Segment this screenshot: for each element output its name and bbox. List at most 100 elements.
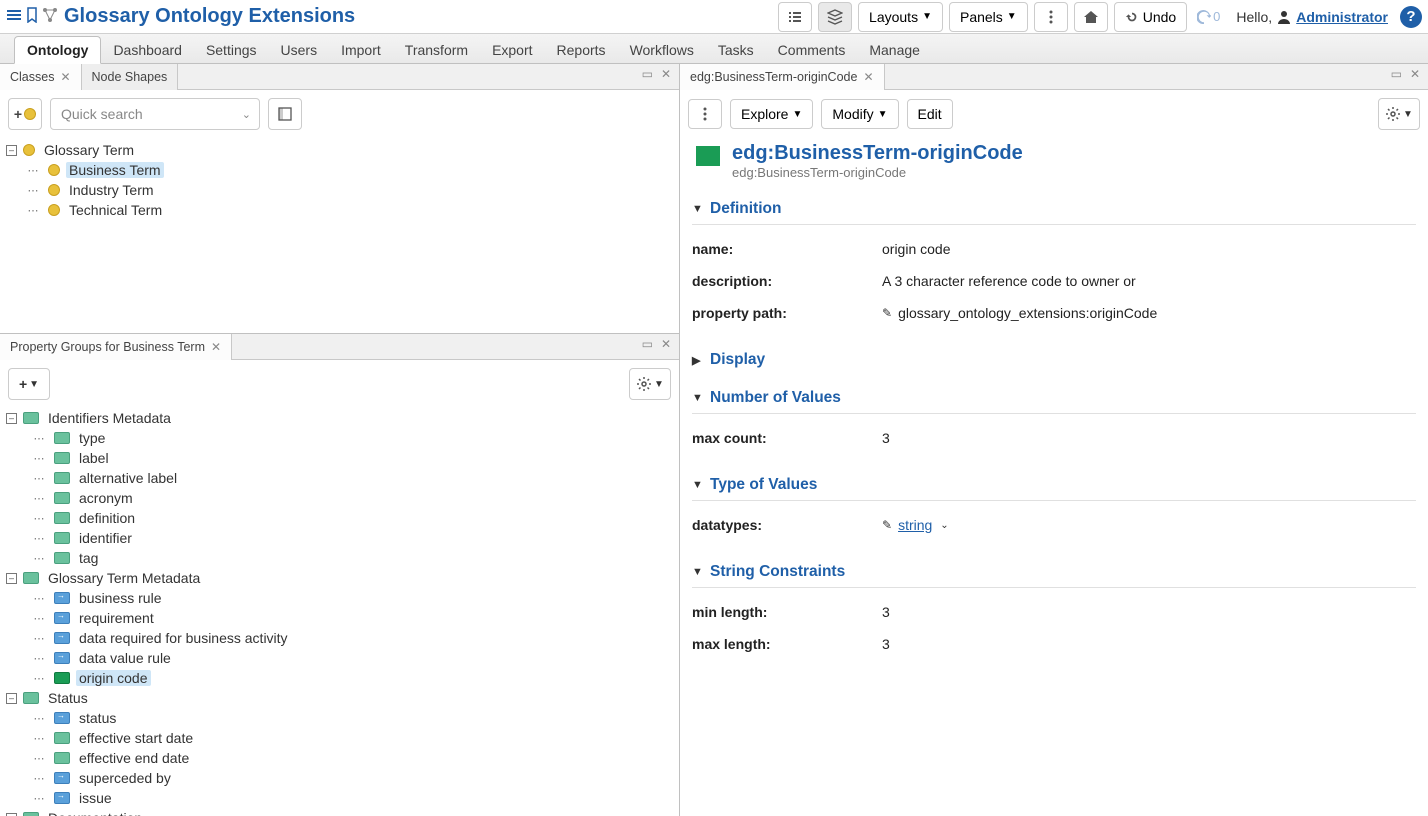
- close-panel-icon[interactable]: ✕: [659, 337, 673, 351]
- panels-button[interactable]: Panels▼: [949, 2, 1028, 32]
- property-item[interactable]: requirement: [76, 610, 157, 626]
- field-value: origin code: [882, 241, 1416, 257]
- main-tab-reports[interactable]: Reports: [545, 37, 618, 63]
- property-item[interactable]: status: [76, 710, 119, 726]
- main-tab-settings[interactable]: Settings: [194, 37, 269, 63]
- detail-subtitle: edg:BusinessTerm-originCode: [732, 165, 1023, 180]
- value-link[interactable]: string: [898, 517, 932, 533]
- expand-toggle[interactable]: –: [6, 145, 17, 156]
- section-header[interactable]: ▼Number of Values: [692, 383, 1416, 413]
- explore-button[interactable]: Explore▼: [730, 99, 813, 129]
- property-icon: [54, 592, 70, 604]
- main-tab-ontology[interactable]: Ontology: [14, 36, 101, 64]
- property-item[interactable]: issue: [76, 790, 115, 806]
- pencil-icon[interactable]: ✎: [882, 518, 892, 532]
- more-button[interactable]: [1034, 2, 1068, 32]
- main-tab-export[interactable]: Export: [480, 37, 544, 63]
- property-group[interactable]: Glossary Term Metadata: [45, 570, 203, 586]
- main-tab-manage[interactable]: Manage: [857, 37, 932, 63]
- layers-button[interactable]: [818, 2, 852, 32]
- section-header[interactable]: ▼Definition: [692, 194, 1416, 224]
- tree-node[interactable]: Technical Term: [66, 202, 165, 218]
- panel-settings-button[interactable]: ▼: [629, 368, 671, 400]
- modify-button[interactable]: Modify▼: [821, 99, 898, 129]
- property-item[interactable]: effective start date: [76, 730, 196, 746]
- tree-node[interactable]: Industry Term: [66, 182, 157, 198]
- property-item[interactable]: alternative label: [76, 470, 180, 486]
- help-icon[interactable]: ?: [1400, 6, 1422, 28]
- panel-options-button[interactable]: [268, 98, 302, 130]
- folder-icon: [23, 572, 39, 584]
- property-item[interactable]: superceded by: [76, 770, 174, 786]
- bookmark-icon[interactable]: [24, 7, 40, 26]
- search-placeholder: Quick search: [61, 106, 143, 122]
- property-group[interactable]: Status: [45, 690, 91, 706]
- user-link[interactable]: Administrator: [1296, 9, 1388, 25]
- property-item[interactable]: origin code: [76, 670, 151, 686]
- home-button[interactable]: [1074, 2, 1108, 32]
- detail-settings-button[interactable]: ▼: [1378, 98, 1420, 130]
- app-title[interactable]: Glossary Ontology Extensions: [64, 5, 355, 28]
- maximize-icon[interactable]: ▭: [1389, 67, 1404, 81]
- property-icon: [54, 632, 70, 644]
- property-group[interactable]: Documentation: [45, 810, 145, 816]
- edit-button[interactable]: Edit: [907, 99, 953, 129]
- property-item[interactable]: label: [76, 450, 112, 466]
- property-icon: [54, 792, 70, 804]
- close-panel-icon[interactable]: ✕: [659, 67, 673, 81]
- expand-toggle[interactable]: –: [6, 413, 17, 424]
- section-header[interactable]: ▶Display: [692, 345, 1416, 375]
- menu-icon[interactable]: [6, 7, 22, 26]
- main-tab-dashboard[interactable]: Dashboard: [101, 37, 194, 63]
- quick-search-input[interactable]: Quick search ⌄: [50, 98, 260, 130]
- folder-icon: [23, 812, 39, 816]
- property-item[interactable]: definition: [76, 510, 138, 526]
- property-item[interactable]: business rule: [76, 590, 165, 606]
- main-tab-import[interactable]: Import: [329, 37, 393, 63]
- tab-detail[interactable]: edg:BusinessTerm-originCode✕: [680, 64, 885, 90]
- section-header[interactable]: ▼Type of Values: [692, 470, 1416, 500]
- property-icon: [54, 472, 70, 484]
- chevron-down-icon[interactable]: ⌄: [940, 520, 948, 531]
- main-tab-transform[interactable]: Transform: [393, 37, 480, 63]
- tab-node-shapes[interactable]: Node Shapes: [82, 64, 179, 90]
- close-icon[interactable]: ✕: [60, 70, 70, 84]
- list-view-button[interactable]: [778, 2, 812, 32]
- property-group[interactable]: Identifiers Metadata: [45, 410, 174, 426]
- undo-button[interactable]: Undo: [1114, 2, 1187, 32]
- close-icon[interactable]: ✕: [863, 70, 873, 84]
- folder-icon: [23, 412, 39, 424]
- main-tab-workflows[interactable]: Workflows: [618, 37, 706, 63]
- property-item[interactable]: data required for business activity: [76, 630, 291, 646]
- add-property-button[interactable]: +▼: [8, 368, 50, 400]
- expand-toggle[interactable]: –: [6, 813, 17, 816]
- property-item[interactable]: type: [76, 430, 108, 446]
- property-item[interactable]: identifier: [76, 530, 135, 546]
- tree-node-root[interactable]: Glossary Term: [41, 142, 137, 158]
- tree-node[interactable]: Business Term: [66, 162, 164, 178]
- pencil-icon[interactable]: ✎: [882, 306, 892, 320]
- detail-more-button[interactable]: [688, 99, 722, 129]
- close-panel-icon[interactable]: ✕: [1408, 67, 1422, 81]
- property-item[interactable]: data value rule: [76, 650, 174, 666]
- property-item[interactable]: tag: [76, 550, 101, 566]
- property-item[interactable]: acronym: [76, 490, 136, 506]
- main-tab-comments[interactable]: Comments: [766, 37, 858, 63]
- property-item[interactable]: effective end date: [76, 750, 192, 766]
- property-icon: [54, 532, 70, 544]
- detail-title[interactable]: edg:BusinessTerm-originCode: [732, 142, 1023, 165]
- maximize-icon[interactable]: ▭: [640, 337, 655, 351]
- expand-toggle[interactable]: –: [6, 573, 17, 584]
- sync-badge[interactable]: 0: [1193, 9, 1224, 24]
- layouts-button[interactable]: Layouts▼: [858, 2, 943, 32]
- maximize-icon[interactable]: ▭: [640, 67, 655, 81]
- tab-property-groups[interactable]: Property Groups for Business Term✕: [0, 334, 232, 360]
- main-tab-tasks[interactable]: Tasks: [706, 37, 766, 63]
- close-icon[interactable]: ✕: [211, 340, 221, 354]
- main-tab-users[interactable]: Users: [269, 37, 330, 63]
- graph-icon[interactable]: [42, 7, 58, 26]
- add-class-button[interactable]: +: [8, 98, 42, 130]
- expand-toggle[interactable]: –: [6, 693, 17, 704]
- section-header[interactable]: ▼String Constraints: [692, 557, 1416, 587]
- tab-classes[interactable]: Classes✕: [0, 64, 82, 90]
